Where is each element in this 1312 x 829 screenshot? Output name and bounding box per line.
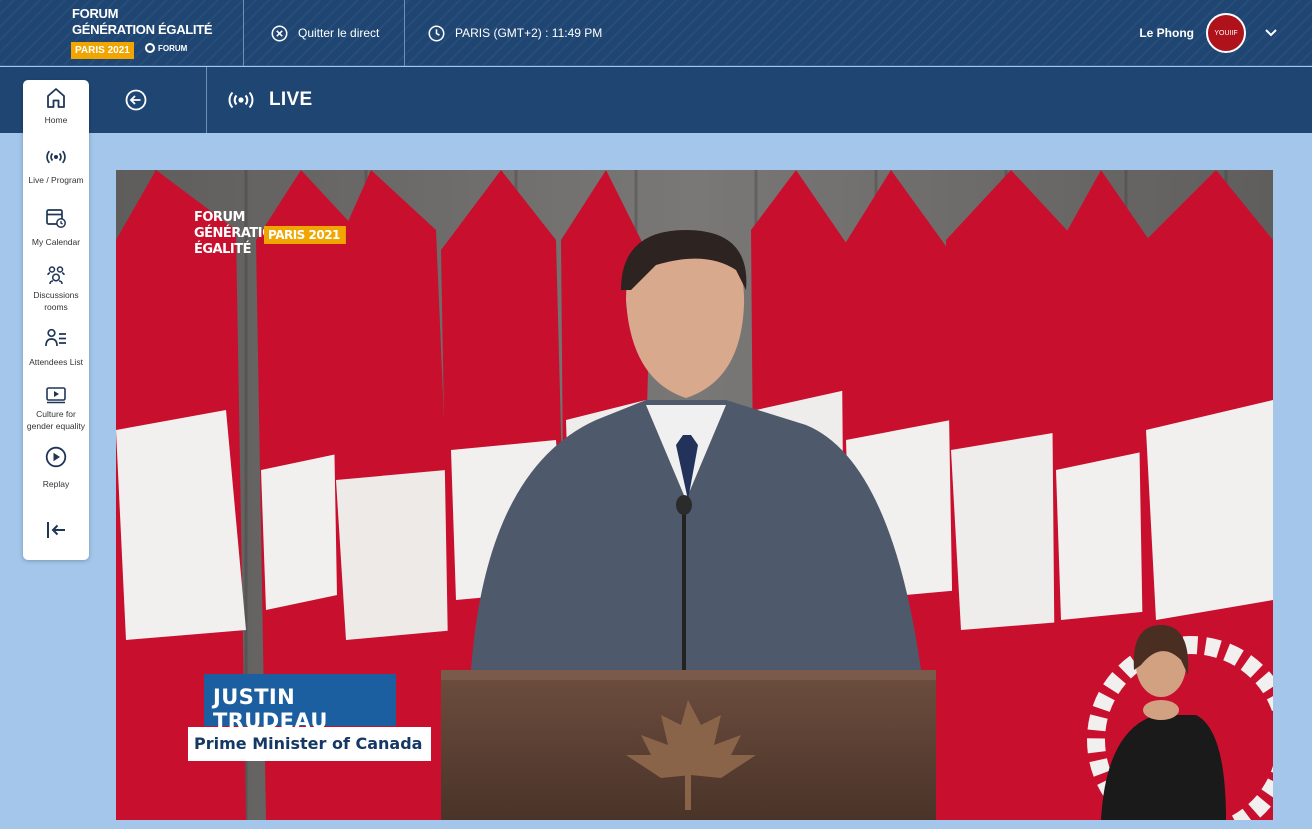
home-icon xyxy=(47,88,65,108)
broadcast-icon xyxy=(46,150,66,164)
avatar[interactable]: YOUIIF xyxy=(1206,13,1246,53)
sidebar-item-label: Discussions rooms xyxy=(33,290,79,312)
clock-icon xyxy=(428,25,445,41)
sidebar-item-live-program[interactable]: Live / Program xyxy=(23,150,89,186)
calendar-icon xyxy=(46,209,66,228)
video-logo-line-3: ÉGALITÉ xyxy=(194,242,251,257)
brand-badge: PARIS 2021 xyxy=(71,42,134,59)
sidebar-item-calendar[interactable]: My Calendar xyxy=(23,207,89,248)
sidebar-item-attendees[interactable]: Attendees List xyxy=(23,328,89,368)
broadcast-icon xyxy=(228,91,254,109)
sidebar-item-replay[interactable]: Replay xyxy=(23,446,89,490)
sidebar-item-discussions[interactable]: Discussions rooms xyxy=(23,264,89,313)
sidebar-item-label: Live / Program xyxy=(28,175,84,185)
video-logo-badge: PARIS 2021 xyxy=(264,226,346,244)
video-icon xyxy=(46,387,66,404)
quit-live-label: Quitter le direct xyxy=(298,26,380,40)
video-logo-line-1: FORUM xyxy=(194,210,245,225)
brand-logo[interactable]: FORUM GÉNÉRATION ÉGALITÉ PARIS 2021 FORU… xyxy=(0,0,244,66)
secondary-logo-text: FORUM xyxy=(158,43,188,53)
sidebar-item-logout[interactable] xyxy=(23,520,89,540)
secondary-logo: FORUM xyxy=(145,43,187,53)
sidebar-item-label: Replay xyxy=(42,479,70,489)
page-title: LIVE xyxy=(227,67,312,133)
clock-display: PARIS (GMT+2) : 11:49 PM xyxy=(428,0,602,66)
video-event-logo: FORUM GÉNÉRATION ÉGALITÉ PARIS 2021 xyxy=(194,210,346,258)
podium xyxy=(441,670,936,820)
live-video-player[interactable]: FORUM GÉNÉRATION ÉGALITÉ PARIS 2021 JUST… xyxy=(116,170,1273,820)
sidebar-item-label: My Calendar xyxy=(31,237,81,247)
avatar-text: YOUIIF xyxy=(1214,29,1238,37)
speaker-name-caption: JUSTIN TRUDEAU xyxy=(204,674,396,733)
sidebar-nav: Home Live / Program My Calendar Discussi… xyxy=(23,80,89,560)
top-bar: FORUM GÉNÉRATION ÉGALITÉ PARIS 2021 FORU… xyxy=(0,0,1312,66)
user-menu[interactable]: Le Phong YOUIIF xyxy=(1139,0,1278,66)
user-name: Le Phong xyxy=(1139,26,1194,40)
clock-label: PARIS (GMT+2) : 11:49 PM xyxy=(455,26,603,40)
back-arrow-icon[interactable] xyxy=(125,89,147,111)
forum-logo-icon xyxy=(145,43,155,53)
brand-line-1: FORUM xyxy=(72,6,119,21)
speaker-role-caption: Prime Minister of Canada xyxy=(188,727,431,761)
close-circle-icon xyxy=(271,25,288,41)
play-icon xyxy=(45,446,67,468)
page-title-text: LIVE xyxy=(269,89,313,110)
chevron-down-icon[interactable] xyxy=(1264,28,1278,38)
sidebar-item-label: Home xyxy=(44,115,68,125)
page-header: LIVE xyxy=(0,67,1312,133)
quit-live-button[interactable]: Quitter le direct xyxy=(244,0,405,66)
discussion-icon xyxy=(47,266,65,285)
header-divider xyxy=(206,67,207,133)
sidebar-item-culture[interactable]: Culture for gender equality xyxy=(23,386,89,432)
sidebar-item-home[interactable]: Home xyxy=(23,87,89,126)
sidebar-item-label: Culture for gender equality xyxy=(26,409,86,431)
brand-line-2: GÉNÉRATION ÉGALITÉ xyxy=(72,22,213,37)
sidebar-item-label: Attendees List xyxy=(29,357,83,367)
logout-icon xyxy=(47,522,65,538)
attendees-icon xyxy=(45,328,66,347)
